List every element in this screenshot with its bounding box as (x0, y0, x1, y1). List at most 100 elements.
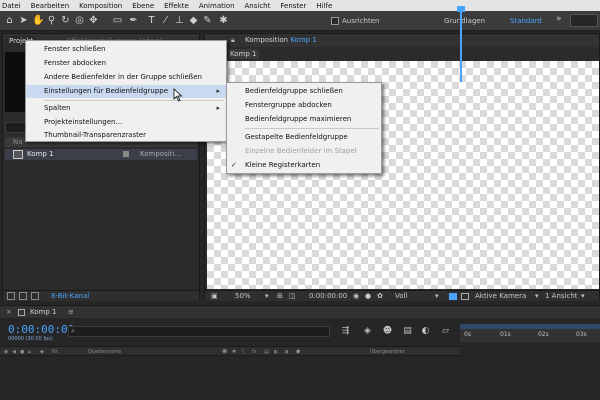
comp-navigator-tab[interactable]: Komp 1 (227, 49, 260, 59)
region-of-interest-icon[interactable] (449, 293, 457, 300)
panel-group-submenu: Bedienfeldgruppe schließen Fenstergruppe… (226, 82, 382, 174)
close-icon[interactable]: × (6, 308, 12, 317)
3d-switch-icon[interactable]: ⬢ (296, 348, 300, 356)
menu-fenster[interactable]: Fenster (280, 2, 306, 10)
menu-bearbeiten[interactable]: Bearbeiten (31, 2, 69, 10)
composition-timecode[interactable]: 0:00:00:00 (309, 292, 347, 301)
submenu-item-fenstergruppe-abdocken[interactable]: Fenstergruppe abdocken (227, 99, 381, 112)
pen-tool-icon[interactable]: ✒ (128, 15, 139, 26)
column-uebergeordnet[interactable]: Übergeordnet (370, 348, 405, 356)
show-snapshot-icon[interactable]: ● (365, 292, 371, 301)
menu-ebene[interactable]: Ebene (132, 2, 154, 10)
frame-blend-switch-icon[interactable]: ▤ (264, 348, 269, 356)
workspace-more-icon[interactable]: » (556, 14, 562, 24)
panel-menu-icon[interactable]: ≡ (68, 308, 74, 317)
column-nr[interactable]: Nr. (52, 348, 59, 356)
camera-chevron-icon[interactable]: ▾ (535, 292, 539, 301)
label-column-icon[interactable]: ◆ (40, 348, 44, 356)
eraser-icon[interactable]: ◆ (188, 15, 199, 26)
puppet-pin-icon[interactable]: ✱ (218, 15, 229, 26)
home-icon[interactable]: ⌂ (4, 15, 15, 26)
timeline-search-input[interactable]: ⌕ (68, 326, 330, 337)
draft-3d-icon[interactable]: ◈ (362, 326, 373, 337)
new-folder-icon[interactable] (19, 292, 27, 300)
current-time-indicator[interactable] (460, 6, 462, 82)
camera-orbit-icon[interactable]: ◎ (74, 15, 85, 26)
project-item-row[interactable]: Komp 1 Kompositi... (5, 149, 197, 160)
views-chevron-icon[interactable]: ▾ (581, 292, 585, 301)
shy-switch-icon[interactable]: ☻ (222, 348, 227, 356)
type-tool-icon[interactable]: T (146, 15, 157, 26)
menu-animation[interactable]: Animation (199, 2, 235, 10)
menu-item-spalten[interactable]: Spalten ▸ (26, 102, 226, 115)
grid-icon[interactable]: ⊞ (277, 292, 283, 301)
menu-item-andere-schliessen[interactable]: Andere Bedienfelder in der Gruppe schlie… (26, 71, 226, 84)
menu-item-fenster-abdocken[interactable]: Fenster abdocken (26, 57, 226, 70)
submenu-item-gruppe-schliessen[interactable]: Bedienfeldgruppe schließen (227, 85, 381, 98)
rectangle-tool-icon[interactable]: ▭ (112, 15, 123, 26)
menu-komposition[interactable]: Komposition (79, 2, 122, 10)
motion-blur-switch-icon[interactable]: ◐ (274, 348, 278, 356)
rotate-tool-icon[interactable]: ↻ (60, 15, 71, 26)
motion-blur-icon[interactable]: ◐ (420, 326, 431, 337)
menu-item-projekteinstellungen[interactable]: Projekteinstellungen... (26, 116, 226, 129)
camera-select[interactable]: Aktive Kamera (475, 292, 526, 301)
audio-switch-icon[interactable]: ◀ (12, 348, 16, 356)
transparency-grid-icon[interactable] (461, 293, 469, 300)
time-ruler[interactable]: 0s 01s 02s 03s (460, 324, 600, 342)
resolution-chevron-icon[interactable]: ▾ (435, 292, 439, 301)
new-composition-icon[interactable] (31, 292, 39, 300)
selection-tool-icon[interactable]: ➤ (18, 15, 29, 26)
bit-depth-button[interactable]: 8-Bit-Kanal (51, 292, 89, 301)
graph-editor-icon[interactable]: ▱ (440, 326, 451, 337)
views-select[interactable]: 1 Ansicht (545, 292, 578, 301)
menu-datei[interactable]: Datei (2, 2, 21, 10)
menu-item-einstellungen-bedienfeldgruppe[interactable]: Einstellungen für Bedienfeldgruppe ▸ (26, 85, 226, 98)
tab-komposition[interactable]: Komposition Komp 1 (245, 36, 317, 45)
adjustment-switch-icon[interactable]: ◑ (284, 348, 288, 356)
brush-tool-icon[interactable]: ⁄ (160, 15, 171, 26)
workspace-grundlagen[interactable]: Grundlagen (444, 17, 485, 25)
frame-blending-icon[interactable]: ▤ (402, 326, 413, 337)
zoom-tool-icon[interactable]: ⚲ (46, 15, 57, 26)
workspace-standard[interactable]: Standard (510, 17, 542, 25)
resolution-select[interactable]: Voll (395, 292, 407, 301)
quality-switch-icon[interactable]: ╲ (242, 348, 245, 356)
menu-hilfe[interactable]: Hilfe (316, 2, 332, 10)
pan-behind-icon[interactable]: ✥ (88, 15, 99, 26)
menu-item-fenster-schliessen[interactable]: Fenster schließen (26, 43, 226, 56)
interpret-footage-icon[interactable] (7, 292, 15, 300)
collapse-switch-icon[interactable]: ✱ (232, 348, 236, 356)
roto-brush-icon[interactable]: ✎ (202, 15, 213, 26)
work-area-bar[interactable] (460, 324, 600, 329)
shy-layers-icon[interactable]: ☻ (382, 326, 393, 337)
lock-icon[interactable]: 🔒︎ (231, 36, 235, 45)
video-switch-icon[interactable]: ◉ (4, 348, 8, 356)
zoom-select[interactable]: 50% (235, 292, 251, 301)
zoom-chevron-icon[interactable]: ▾ (265, 292, 269, 301)
tab-komposition-link[interactable]: Komp 1 (290, 36, 316, 44)
clone-stamp-icon[interactable]: ⊥ (174, 15, 185, 26)
timeline-timecode[interactable]: 0:00:00:00 (8, 323, 74, 336)
channels-icon[interactable]: ✿ (377, 292, 383, 301)
current-time-indicator-head[interactable] (457, 6, 465, 12)
comp-mini-flowchart-icon[interactable]: ⇶ (340, 326, 351, 337)
hand-tool-icon[interactable]: ✋ (32, 15, 44, 26)
menu-ansicht[interactable]: Ansicht (245, 2, 271, 10)
submenu-item-gruppe-maximieren[interactable]: Bedienfeldgruppe maximieren (227, 113, 381, 126)
solo-switch-icon[interactable]: ● (20, 348, 24, 356)
ausrichten-checkbox[interactable] (331, 17, 339, 25)
submenu-item-gestapelte-gruppe[interactable]: Gestapelte Bedienfeldgruppe (227, 131, 381, 144)
mask-visibility-icon[interactable]: ◫ (289, 292, 296, 301)
lock-switch-icon[interactable]: 🔒︎ (28, 348, 31, 356)
column-quellenname[interactable]: Quellenname (88, 348, 121, 356)
tab-timeline-komp[interactable]: Komp 1 (30, 308, 56, 317)
magnification-icon[interactable]: ▣ (211, 292, 218, 301)
menu-item-thumbnail-transparenz[interactable]: Thumbnail-Transparenzraster (26, 129, 226, 142)
menu-effekte[interactable]: Effekte (164, 2, 189, 10)
label-color-swatch[interactable] (123, 151, 129, 157)
effects-switch-icon[interactable]: fx (252, 348, 257, 356)
snapshot-icon[interactable]: ◉ (353, 292, 359, 301)
help-search-input[interactable] (570, 14, 598, 27)
submenu-item-kleine-registerkarten[interactable]: ✓ Kleine Registerkarten (227, 159, 381, 172)
